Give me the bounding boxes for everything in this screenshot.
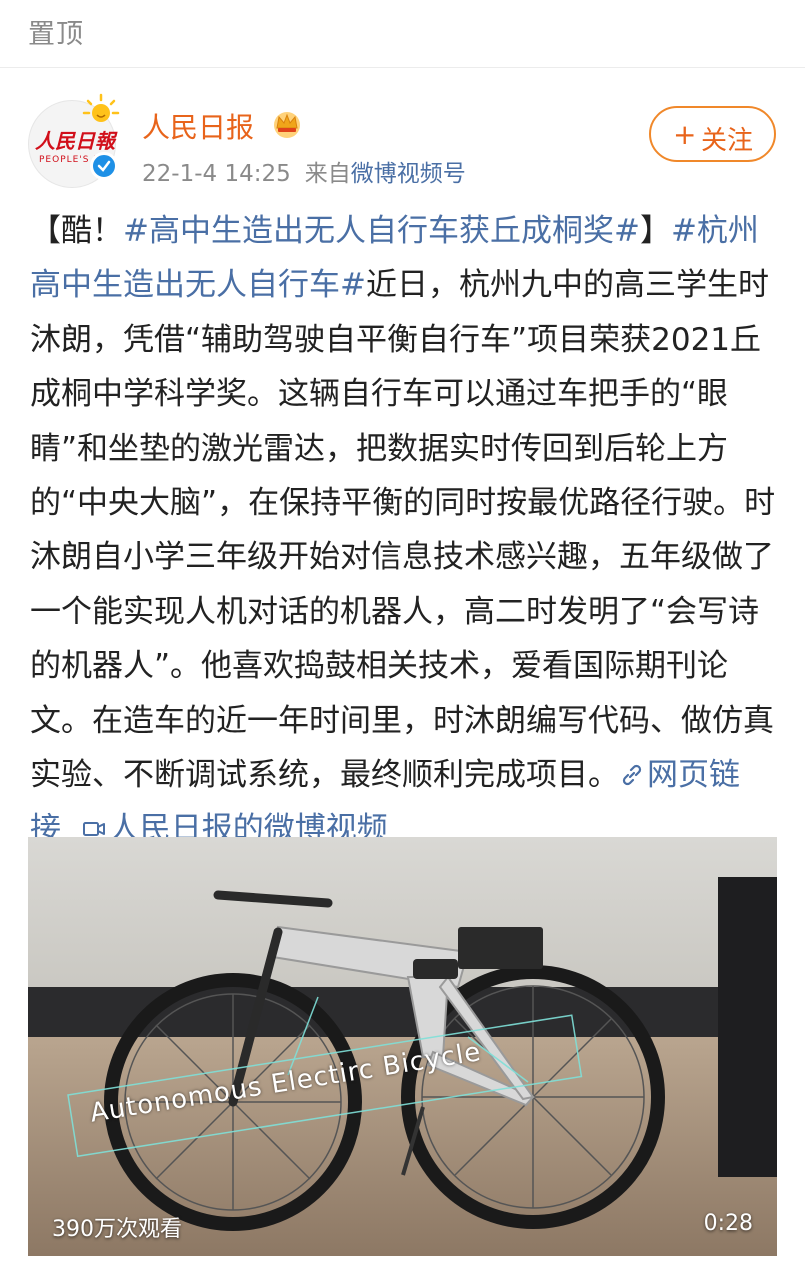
hashtag-link[interactable]: #高中生造出无人自行车获丘成桐奖# xyxy=(123,213,640,249)
pinned-bar: 置顶 xyxy=(0,0,805,68)
crown-icon xyxy=(274,112,300,138)
follow-label: 关注 xyxy=(701,126,754,156)
post-text: 【酷！#高中生造出无人自行车获丘成桐奖#】#杭州高中生造出无人自行车#近日，杭州… xyxy=(30,204,780,857)
post-content: 近日，杭州九中的高三学生时沐朗，凭借“辅助驾驶自平衡自行车”项目荣获2021丘成… xyxy=(30,267,776,794)
post-time: 22-1-4 14:25 xyxy=(142,161,291,187)
follow-button[interactable]: + 关注 xyxy=(649,106,776,162)
video-player[interactable]: Autonomous Electirc Bicycle 390万次观看 0:28 xyxy=(28,837,777,1256)
plus-icon: + xyxy=(673,118,697,151)
bicycle-image xyxy=(67,890,665,1231)
post-source-link[interactable]: 微博视频号 xyxy=(351,161,466,187)
post-header: 人民日報 PEOPLE'S DA 人民日报 22-1-4 14:25 来自微博视频… xyxy=(0,84,805,194)
view-count: 390万次观看 xyxy=(52,1217,182,1242)
source-prefix: 来自 xyxy=(304,161,351,187)
post-meta: 22-1-4 14:25 来自微博视频号 xyxy=(142,154,466,188)
bracket-open: 【酷！ xyxy=(30,213,123,249)
bracket-close: 】 xyxy=(639,213,671,249)
video-duration: 0:28 xyxy=(703,1211,753,1236)
link-icon xyxy=(622,764,642,786)
pinned-label: 置顶 xyxy=(28,19,84,50)
author-name[interactable]: 人民日报 xyxy=(142,106,254,146)
sun-icon xyxy=(82,93,120,122)
verified-icon xyxy=(90,152,118,180)
